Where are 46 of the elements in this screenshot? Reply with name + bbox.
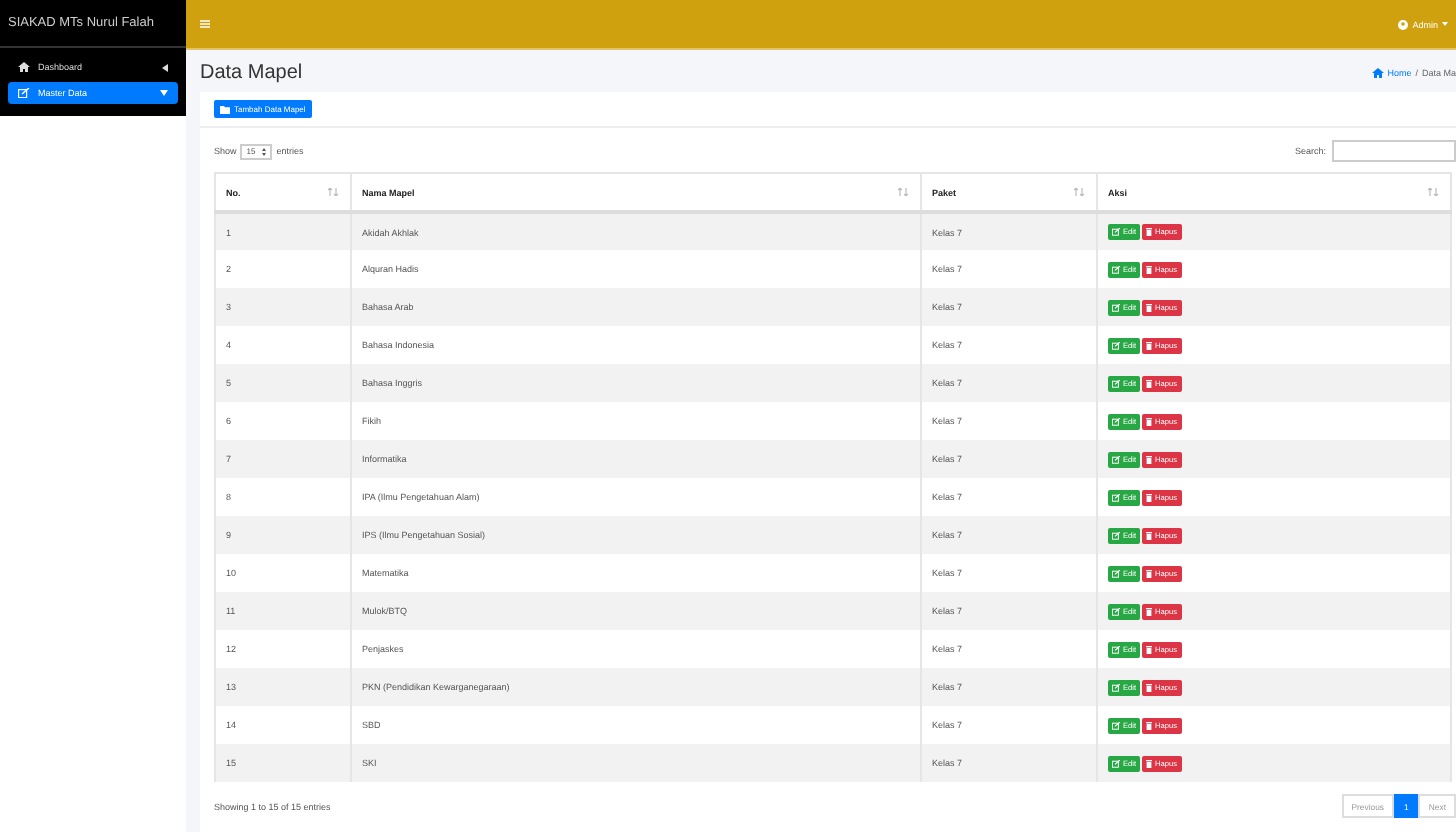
trash-icon (1146, 759, 1153, 767)
edit-icon (1112, 228, 1120, 236)
trash-icon (1146, 569, 1153, 577)
trash-icon (1146, 341, 1153, 349)
trash-icon (1146, 683, 1153, 691)
trash-icon (1146, 645, 1153, 653)
folder-icon (220, 105, 230, 113)
sort-icon (262, 147, 267, 155)
trash-icon (1146, 417, 1153, 425)
caret-left-icon (162, 63, 168, 71)
trash-icon (1146, 721, 1153, 729)
edit-icon (18, 88, 30, 98)
home-icon (18, 62, 30, 72)
edit-icon (1112, 645, 1120, 653)
edit-icon (1112, 531, 1120, 539)
edit-icon (1112, 569, 1120, 577)
edit-icon (1112, 417, 1120, 425)
edit-icon (1112, 265, 1120, 273)
edit-icon (1112, 379, 1120, 387)
trash-icon (1146, 379, 1153, 387)
home-icon (1371, 68, 1384, 78)
edit-icon (1112, 607, 1120, 615)
trash-icon (1146, 607, 1153, 615)
page-title: Data Mapel (200, 62, 303, 84)
edit-icon (1112, 493, 1120, 501)
edit-icon (1112, 759, 1120, 767)
trash-icon (1146, 493, 1153, 501)
trash-icon (1146, 531, 1153, 539)
trash-icon (1146, 303, 1153, 311)
menu-icon[interactable] (200, 20, 210, 28)
sort-icon (1074, 188, 1086, 196)
trash-icon (1146, 455, 1153, 463)
edit-icon (1112, 683, 1120, 691)
trash-icon (1146, 265, 1153, 273)
caret-down-icon (1442, 22, 1448, 26)
trash-icon (1146, 228, 1153, 236)
user-icon (1398, 19, 1409, 29)
sort-icon (898, 188, 910, 196)
edit-icon (1112, 455, 1120, 463)
sort-icon (328, 188, 340, 196)
search-field[interactable] (1332, 140, 1456, 162)
edit-icon (1112, 303, 1120, 311)
edit-icon (1112, 721, 1120, 729)
sort-icon (1428, 188, 1440, 196)
edit-icon (1112, 341, 1120, 349)
caret-down-icon (160, 90, 168, 96)
